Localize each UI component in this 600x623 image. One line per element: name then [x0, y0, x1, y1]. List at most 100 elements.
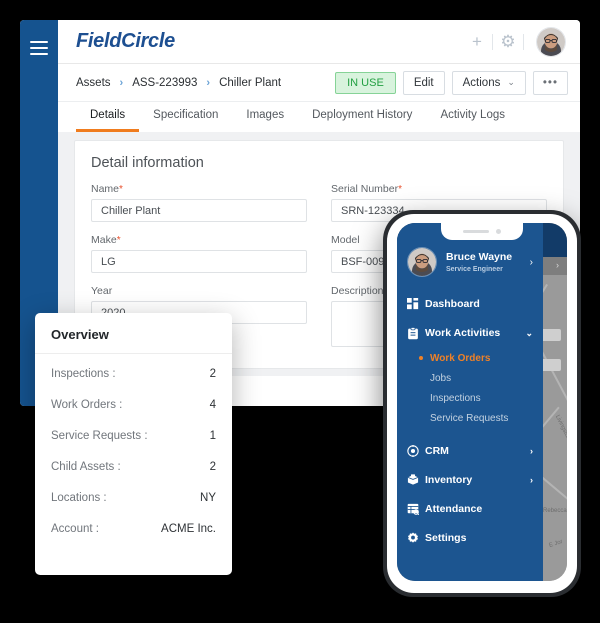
topbar-divider-2	[523, 33, 524, 50]
phone-mockup: Livingston St Rebecca P. E Jor ting om ›	[383, 210, 581, 597]
breadcrumb-separator-icon-2: ›	[206, 76, 211, 89]
make-input[interactable]: LG	[91, 250, 307, 273]
breadcrumb-item-asset-id[interactable]: ASS-223993	[132, 77, 197, 89]
overview-key-work-orders: Work Orders :	[51, 398, 123, 411]
status-badge: IN USE	[335, 71, 396, 94]
chevron-down-icon: ⌄	[507, 77, 515, 87]
breadcrumb-bar: Assets › ASS-223993 › Chiller Plant IN U…	[58, 64, 580, 102]
field-make: Make* LG	[91, 234, 307, 273]
drawer-item-crm-label: CRM	[425, 444, 449, 457]
drawer-item-crm[interactable]: CRM ›	[397, 436, 543, 465]
overview-list: Inspections : 2 Work Orders : 4 Service …	[35, 354, 232, 544]
drawer-subitem-service-requests[interactable]: Service Requests	[397, 408, 543, 428]
drawer-subitem-work-orders[interactable]: Work Orders	[397, 348, 543, 368]
drawer-item-work-activities[interactable]: Work Activities ⌄	[397, 318, 543, 348]
required-asterisk-icon-3: *	[116, 235, 121, 246]
target-icon	[407, 444, 425, 457]
actions-dropdown-label: Actions	[462, 76, 501, 89]
phone-notch	[441, 223, 523, 240]
header-action-group: IN USE Edit Actions ⌄ •••	[335, 70, 568, 95]
overview-row-work-orders: Work Orders : 4	[51, 389, 216, 420]
bullet-icon-inspections	[419, 396, 423, 400]
drawer-item-settings[interactable]: Settings	[397, 523, 543, 552]
field-make-label-text: Make	[91, 234, 117, 246]
clipboard-icon	[407, 326, 425, 340]
drawer-item-dashboard-label: Dashboard	[425, 297, 480, 310]
tab-activity-logs[interactable]: Activity Logs	[426, 109, 519, 132]
overview-row-child-assets: Child Assets : 2	[51, 451, 216, 482]
overview-value-locations: NY	[200, 491, 216, 504]
tab-images[interactable]: Images	[232, 109, 298, 132]
overview-key-service-requests: Service Requests :	[51, 429, 148, 442]
drawer-subitem-jobs-label: Jobs	[430, 372, 452, 384]
field-name: Name* Chiller Plant	[91, 183, 307, 222]
name-input[interactable]: Chiller Plant	[91, 199, 307, 222]
drawer-user-role: Service Engineer	[446, 265, 503, 273]
field-name-label-text: Name	[91, 183, 120, 195]
chevron-right-icon: ›	[529, 256, 533, 268]
drawer-subitem-work-orders-label: Work Orders	[430, 352, 491, 364]
overview-row-inspections: Inspections : 2	[51, 358, 216, 389]
tab-specification[interactable]: Specification	[139, 109, 232, 132]
actions-dropdown-button[interactable]: Actions ⌄	[451, 70, 526, 95]
drawer-subitem-jobs[interactable]: Jobs	[397, 368, 543, 388]
tab-deployment-history[interactable]: Deployment History	[298, 109, 426, 132]
overview-value-inspections: 2	[209, 367, 216, 380]
field-serial-number-label: Serial Number*	[331, 183, 547, 195]
drawer-item-attendance[interactable]: Attendance	[397, 494, 543, 523]
field-serial-number-label-text: Serial Number	[331, 183, 399, 195]
phone-screen: Livingston St Rebecca P. E Jor ting om ›	[397, 223, 567, 581]
field-year-label: Year	[91, 285, 113, 297]
drawer-subitem-service-requests-label: Service Requests	[430, 412, 509, 424]
avatar[interactable]	[536, 26, 566, 57]
breadcrumb-separator-icon: ›	[119, 76, 124, 89]
plus-icon[interactable]: +	[462, 33, 492, 50]
overview-value-work-orders: 4	[209, 398, 216, 411]
overview-value-child-assets: 2	[209, 460, 216, 473]
map-label-livingston: Livingston St	[553, 414, 567, 448]
brand-logo[interactable]: FieldCircle	[76, 30, 175, 53]
drawer-subitem-inspections[interactable]: Inspections	[397, 388, 543, 408]
drawer-item-settings-label: Settings	[425, 531, 467, 544]
phone-subbar-chevron-icon[interactable]: ›	[556, 260, 559, 270]
overview-key-account: Account :	[51, 522, 99, 535]
overview-card-title: Overview	[35, 313, 232, 354]
drawer-item-dashboard[interactable]: Dashboard	[397, 289, 543, 318]
dashboard-icon	[407, 297, 425, 310]
topbar-actions: + ⚙	[462, 26, 566, 57]
phone-camera	[496, 229, 501, 234]
attendance-icon	[407, 503, 425, 515]
overview-value-service-requests: 1	[209, 429, 216, 442]
bullet-icon-service-requests	[419, 416, 423, 420]
drawer-item-inventory-label: Inventory	[425, 473, 473, 486]
tab-details[interactable]: Details	[76, 109, 140, 132]
hamburger-menu-icon[interactable]	[30, 41, 48, 55]
breadcrumb-item-assets[interactable]: Assets	[76, 77, 111, 89]
drawer-subitem-inspections-label: Inspections	[430, 392, 481, 404]
overview-key-inspections: Inspections :	[51, 367, 116, 380]
overview-value-account: ACME Inc.	[161, 522, 216, 535]
field-make-label: Make*	[91, 234, 307, 246]
drawer-item-inventory[interactable]: Inventory ›	[397, 465, 543, 494]
required-asterisk-icon-2: *	[398, 184, 403, 195]
more-options-button[interactable]: •••	[532, 70, 568, 95]
overview-row-locations: Locations : NY	[51, 482, 216, 513]
overview-row-account: Account : ACME Inc.	[51, 513, 216, 544]
gear-icon[interactable]: ⚙	[493, 33, 523, 50]
chevron-right-icon-inventory: ›	[530, 474, 533, 485]
overview-key-child-assets: Child Assets :	[51, 460, 121, 473]
phone-speaker	[463, 230, 489, 233]
edit-button[interactable]: Edit	[402, 70, 445, 95]
drawer-user-profile[interactable]: Bruce Wayne Service Engineer ›	[397, 241, 543, 289]
bullet-icon-jobs	[419, 376, 423, 380]
overview-key-locations: Locations :	[51, 491, 107, 504]
gear-icon-settings	[407, 532, 425, 544]
detail-information-title: Detail information	[91, 155, 204, 171]
box-icon	[407, 474, 425, 485]
drawer-user-name: Bruce Wayne	[446, 251, 513, 264]
overview-card: Overview Inspections : 2 Work Orders : 4…	[35, 313, 232, 575]
drawer-item-attendance-label: Attendance	[425, 502, 483, 515]
overview-row-service-requests: Service Requests : 1	[51, 420, 216, 451]
chevron-down-icon-work-activities: ⌄	[525, 327, 533, 338]
app-topbar: FieldCircle + ⚙	[58, 20, 580, 64]
